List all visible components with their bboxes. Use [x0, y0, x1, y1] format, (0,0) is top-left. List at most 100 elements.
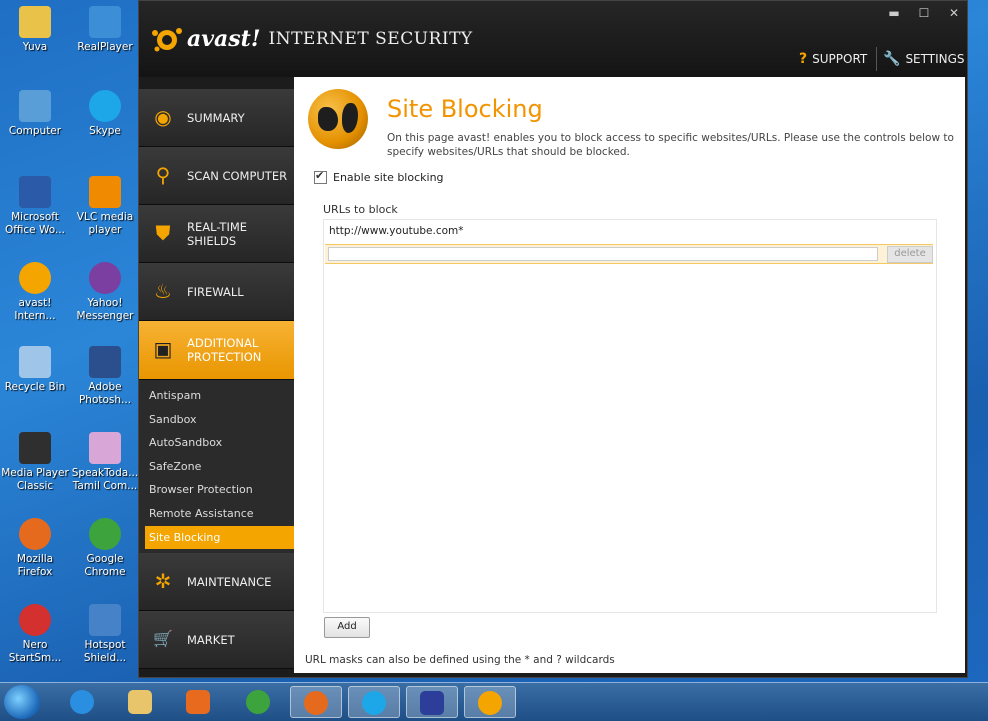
avast-icon	[19, 262, 51, 294]
wildcard-note: URL masks can also be defined using the …	[305, 654, 615, 666]
desktop-icon-hotspot-shield[interactable]: Hotspot Shield...	[70, 604, 140, 665]
taskbar-skype[interactable]	[348, 686, 400, 718]
photoshop-icon	[89, 346, 121, 378]
close-button[interactable]: ✕	[941, 5, 967, 21]
desktop-icon-word[interactable]: Microsoft Office Wo...	[0, 176, 70, 237]
box-icon: ▣	[153, 337, 173, 361]
desktop-icon-skype[interactable]: Skype	[70, 90, 140, 138]
product-name: INTERNET SECURITY	[268, 29, 473, 49]
subnav: Antispam Sandbox AutoSandbox SafeZone Br…	[139, 380, 294, 554]
enable-site-blocking-label: Enable site blocking	[333, 171, 444, 184]
shield-icon: ⛊	[155, 221, 171, 245]
new-url-input[interactable]	[328, 247, 878, 261]
firefox-icon	[19, 518, 51, 550]
nav-firewall[interactable]: ♨ FIREWALL	[139, 263, 294, 321]
skype-icon	[362, 691, 386, 715]
desktop-icon-recycle-bin[interactable]: Recycle Bin	[0, 346, 70, 394]
folder-icon	[19, 6, 51, 38]
taskbar	[0, 682, 988, 721]
subnav-autosandbox[interactable]: AutoSandbox	[139, 431, 294, 455]
title-bar: avast! INTERNET SECURITY ▬ ☐ ✕ ? SUPPORT…	[139, 1, 967, 77]
chrome-icon	[246, 690, 270, 714]
desktop-icon-firefox[interactable]: Mozilla Firefox	[0, 518, 70, 579]
folder-icon	[128, 690, 152, 714]
taskbar-chrome[interactable]	[232, 686, 284, 718]
start-button[interactable]	[4, 685, 40, 719]
desktop-icon-speaktoday[interactable]: SpeakToda... Tamil Com...	[70, 432, 140, 493]
vlc-cone-icon	[89, 176, 121, 208]
url-edit-row: delete	[325, 244, 933, 264]
nero-icon	[19, 604, 51, 636]
yahoo-icon	[89, 262, 121, 294]
desktop-icon-photoshop[interactable]: Adobe Photosh...	[70, 346, 140, 407]
wrench-icon: 🔧	[883, 51, 901, 67]
nav-additional-protection[interactable]: ▣ ADDITIONAL PROTECTION	[139, 321, 294, 380]
enable-site-blocking-checkbox[interactable]: Enable site blocking	[314, 169, 444, 184]
support-link[interactable]: ? SUPPORT	[799, 51, 867, 67]
url-list: http://www.youtube.com* delete	[323, 219, 937, 613]
firefox-icon	[304, 691, 328, 715]
desktop-icon-avast[interactable]: avast! Intern...	[0, 262, 70, 323]
realplayer-icon	[89, 6, 121, 38]
taskbar-ie[interactable]	[56, 686, 108, 718]
taskbar-explorer[interactable]	[114, 686, 166, 718]
subnav-remote-assistance[interactable]: Remote Assistance	[139, 502, 294, 526]
magnifier-icon: ⚲	[155, 163, 171, 187]
nav-market[interactable]: 🛒 MARKET	[139, 611, 294, 670]
word-icon	[19, 176, 51, 208]
chrome-icon	[89, 518, 121, 550]
globe-icon	[308, 89, 368, 149]
settings-link[interactable]: 🔧 SETTINGS	[883, 51, 965, 67]
delete-button[interactable]: delete	[887, 246, 933, 263]
cart-icon: 🛒	[153, 629, 173, 649]
nav-maintenance[interactable]: ✲ MAINTENANCE	[139, 553, 294, 612]
desktop-icon-mpc[interactable]: Media Player Classic	[0, 432, 70, 493]
media-player-icon	[19, 432, 51, 464]
subnav-antispam[interactable]: Antispam	[139, 384, 294, 408]
subnav-site-blocking[interactable]: Site Blocking	[145, 525, 294, 550]
cog-icon: ✲	[154, 569, 172, 594]
question-icon: ?	[799, 51, 808, 67]
subnav-safezone[interactable]: SafeZone	[139, 455, 294, 479]
sidebar: ◉ SUMMARY ⚲ SCAN COMPUTER ⛊ REAL-TIME SH…	[139, 89, 294, 670]
nav-summary[interactable]: ◉ SUMMARY	[139, 89, 294, 147]
computer-icon	[19, 90, 51, 122]
desktop-icon-yuva[interactable]: Yuva	[0, 6, 70, 54]
avast-icon	[478, 691, 502, 715]
avast-logo: avast! INTERNET SECURITY	[149, 25, 473, 53]
desktop-icon-vlc[interactable]: VLC media player	[70, 176, 140, 237]
subnav-sandbox[interactable]: Sandbox	[139, 408, 294, 432]
desktop-icon-realplayer[interactable]: RealPlayer	[70, 6, 140, 54]
nav-real-time-shields[interactable]: ⛊ REAL-TIME SHIELDS	[139, 205, 294, 263]
subnav-browser-protection[interactable]: Browser Protection	[139, 478, 294, 502]
url-list-item[interactable]: http://www.youtube.com*	[329, 225, 464, 237]
media-player-icon	[186, 690, 210, 714]
taskbar-avast[interactable]	[464, 686, 516, 718]
speaktoday-icon	[89, 432, 121, 464]
brand-name: avast!	[187, 26, 261, 52]
checkbox-checked-icon[interactable]	[314, 169, 327, 184]
window-app-icon	[420, 691, 444, 715]
menu-divider	[876, 47, 877, 71]
add-button[interactable]: Add	[324, 617, 370, 638]
nav-scan-computer[interactable]: ⚲ SCAN COMPUTER	[139, 147, 294, 205]
desktop-icon-nero[interactable]: Nero StartSm...	[0, 604, 70, 665]
skype-icon	[89, 90, 121, 122]
desktop-icon-yahoo[interactable]: Yahoo! Messenger	[70, 262, 140, 323]
ie-icon	[70, 690, 94, 714]
hotspot-shield-icon	[89, 604, 121, 636]
flame-icon: ♨	[154, 279, 172, 303]
page-title: Site Blocking	[387, 95, 543, 123]
urls-label: URLs to block	[323, 203, 398, 216]
page-description: On this page avast! enables you to block…	[387, 132, 954, 158]
maximize-button[interactable]: ☐	[911, 5, 937, 21]
taskbar-media-player[interactable]	[172, 686, 224, 718]
desktop-icon-chrome[interactable]: Google Chrome	[70, 518, 140, 579]
desktop-icon-computer[interactable]: Computer	[0, 90, 70, 138]
content-panel: Site Blocking On this page avast! enable…	[294, 77, 965, 673]
avast-splat-icon	[149, 25, 185, 53]
minimize-button[interactable]: ▬	[881, 5, 907, 21]
avast-window: avast! INTERNET SECURITY ▬ ☐ ✕ ? SUPPORT…	[138, 0, 968, 678]
taskbar-firefox[interactable]	[290, 686, 342, 718]
taskbar-app[interactable]	[406, 686, 458, 718]
